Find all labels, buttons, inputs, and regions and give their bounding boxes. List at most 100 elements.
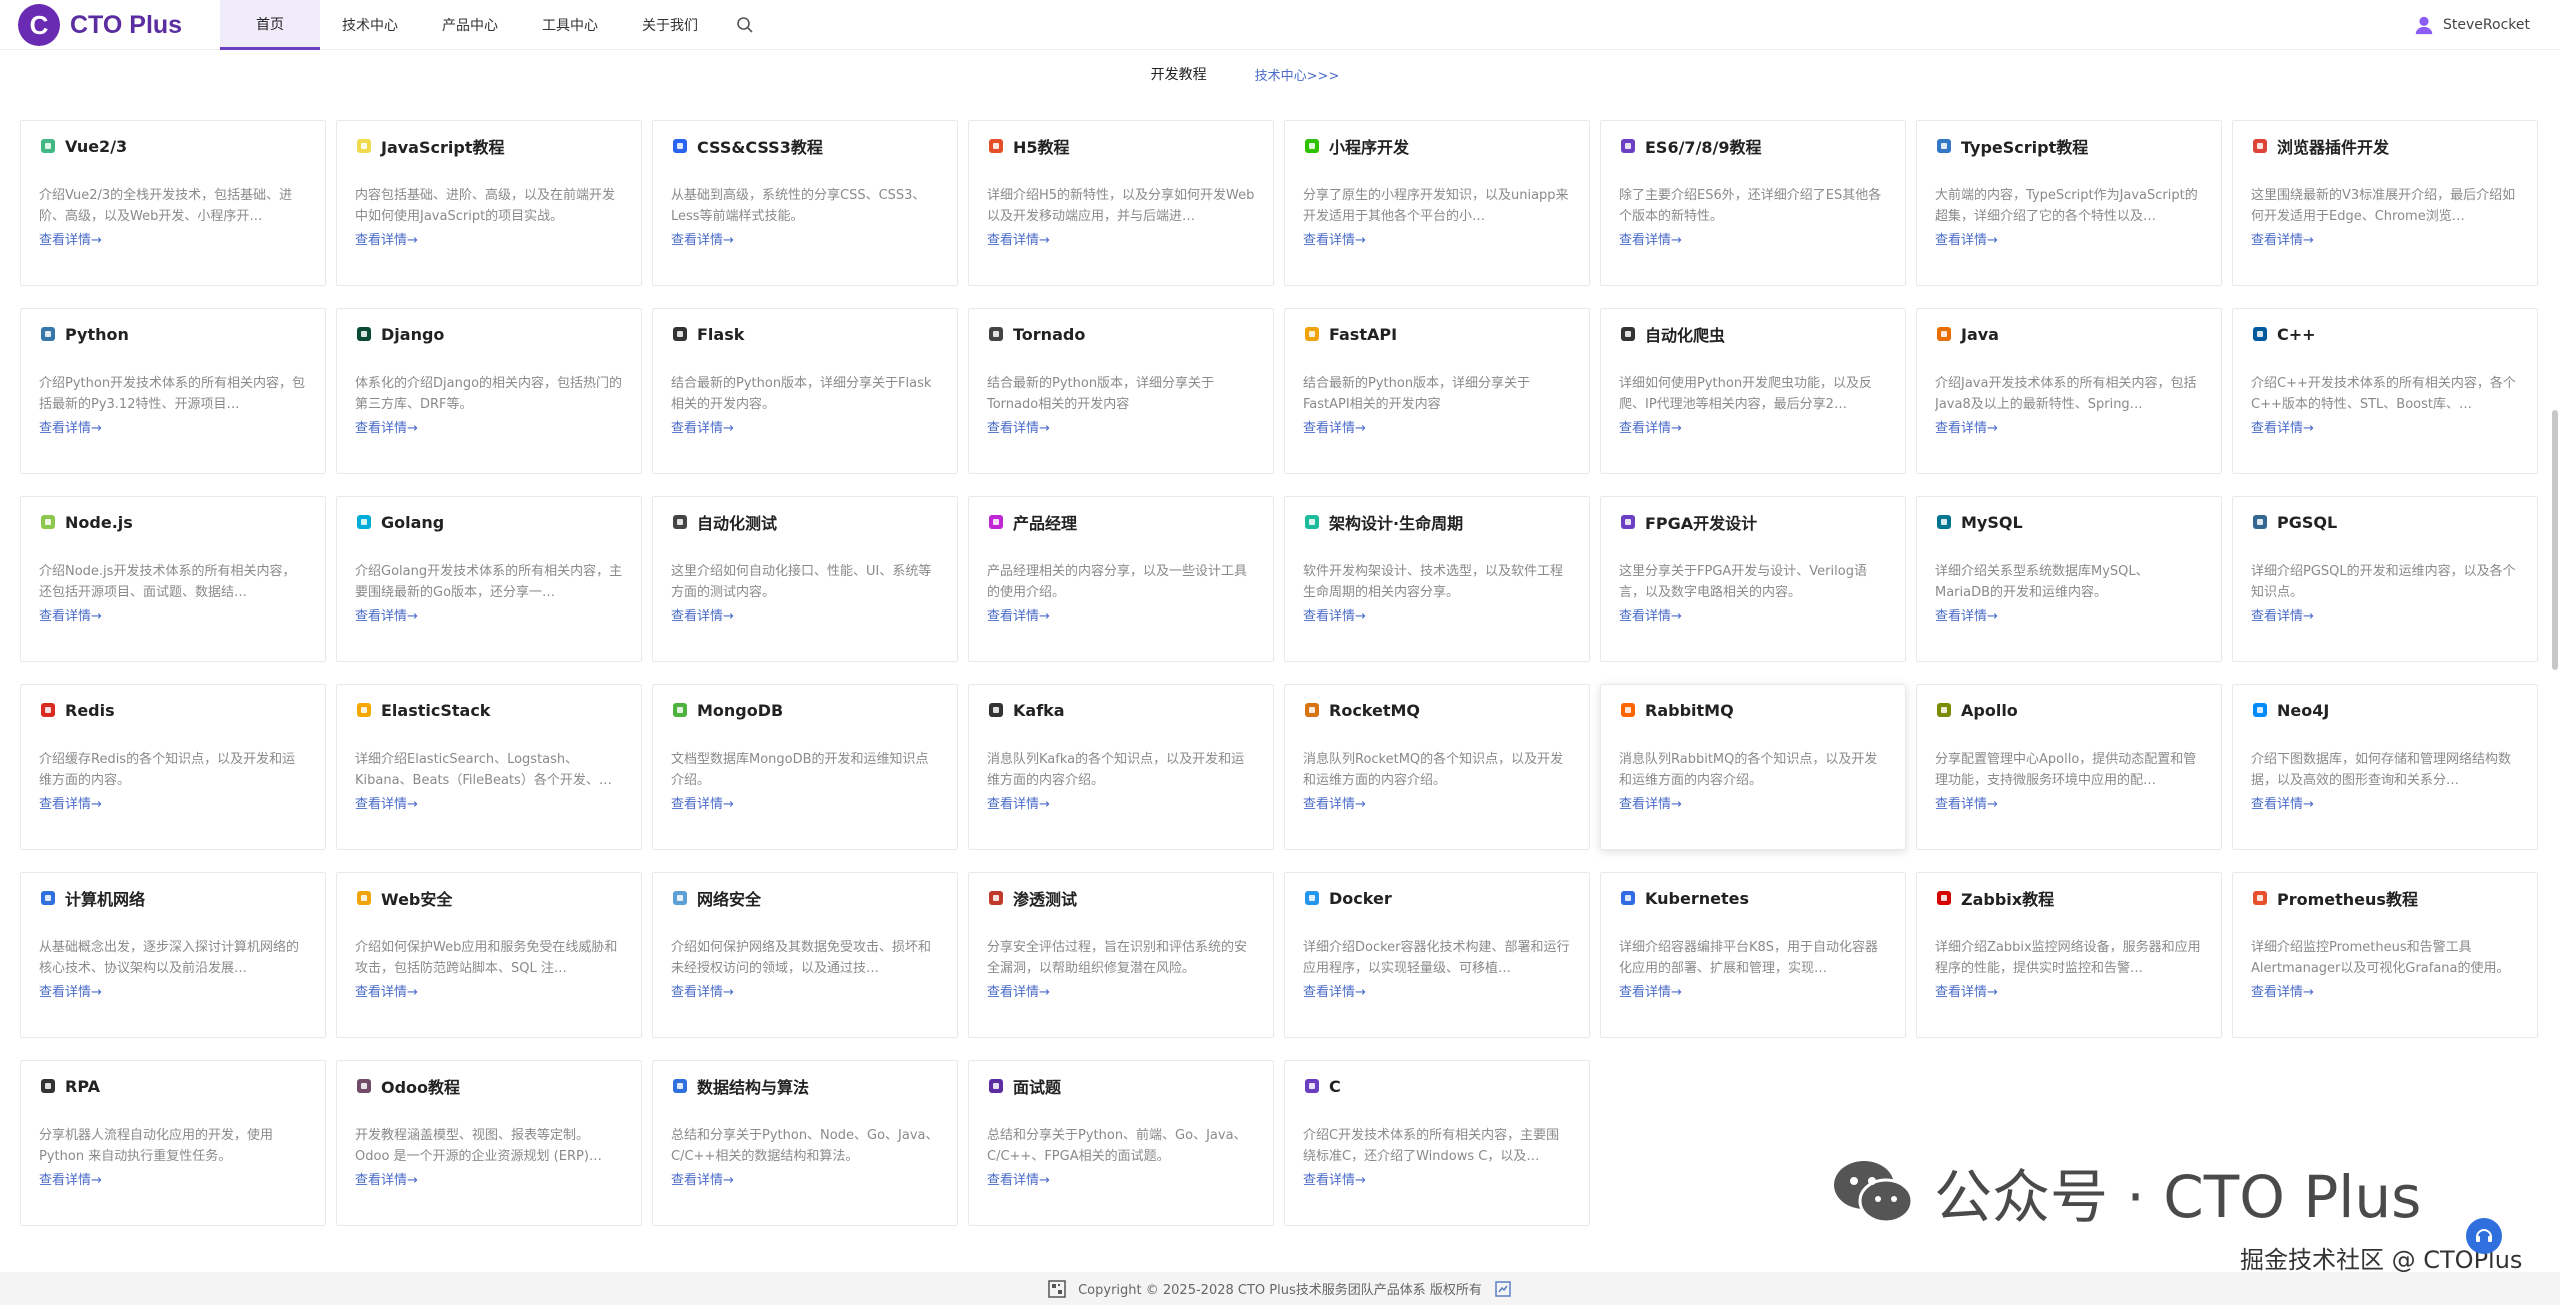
tutorial-card[interactable]: Redis 介绍缓存Redis的各个知识点，以及开发和运维方面的内容。 查看详情→ bbox=[20, 684, 326, 850]
view-details-link[interactable]: 查看详情→ bbox=[1619, 417, 1682, 436]
view-details-link[interactable]: 查看详情→ bbox=[2251, 793, 2314, 812]
view-details-link[interactable]: 查看详情→ bbox=[671, 793, 734, 812]
tutorial-card[interactable]: Python 介绍Python开发技术体系的所有相关内容，包括最新的Py3.12特… bbox=[20, 308, 326, 474]
tutorial-card[interactable]: H5教程 详细介绍H5的新特性，以及分享如何开发Web以及开发移动端应用，并与后端… bbox=[968, 120, 1274, 286]
view-details-link[interactable]: 查看详情→ bbox=[671, 981, 734, 1000]
tutorial-card[interactable]: Neo4J 介绍下图数据库，如何存储和管理网络结构数据，以及高效的图形查询和关系分… bbox=[2232, 684, 2538, 850]
tutorial-card[interactable]: CSS&CSS3教程 从基础到高级，系统性的分享CSS、CSS3、Less等前端样… bbox=[652, 120, 958, 286]
tutorial-card[interactable]: 自动化爬虫 详细如何使用Python开发爬虫功能，以及反爬、IP代理池等相关内容，… bbox=[1600, 308, 1906, 474]
tech-center-link[interactable]: 技术中心>>> bbox=[1255, 65, 1340, 84]
customer-service-button[interactable] bbox=[2466, 1218, 2502, 1254]
tutorial-card[interactable]: Django 体系化的介绍Django的相关内容，包括热门的第三方库、DRF等。查… bbox=[336, 308, 642, 474]
tutorial-card[interactable]: TypeScript教程 大前端的内容，TypeScript作为JavaScrip… bbox=[1916, 120, 2222, 286]
tutorial-card[interactable]: 产品经理 产品经理相关的内容分享，以及一些设计工具的使用介绍。 查看详情→ bbox=[968, 496, 1274, 662]
view-details-link[interactable]: 查看详情→ bbox=[987, 1169, 1050, 1188]
tutorial-card[interactable]: 自动化测试 这里介绍如何自动化接口、性能、UI、系统等方面的测试内容。 查看详情→ bbox=[652, 496, 958, 662]
view-details-link[interactable]: 查看详情→ bbox=[2251, 605, 2314, 624]
view-details-link[interactable]: 查看详情→ bbox=[987, 793, 1050, 812]
tutorial-card[interactable]: 渗透测试 分享安全评估过程，旨在识别和评估系统的安全漏洞，以帮助组织修复潜在风险。… bbox=[968, 872, 1274, 1038]
view-details-link[interactable]: 查看详情→ bbox=[1619, 229, 1682, 248]
tutorial-card[interactable]: Node.js 介绍Node.js开发技术体系的所有相关内容，还包括开源项目、面试… bbox=[20, 496, 326, 662]
view-details-link[interactable]: 查看详情→ bbox=[355, 605, 418, 624]
tutorial-card[interactable]: C++ 介绍C++开发技术体系的所有相关内容，各个C++版本的特性、STL、Boo… bbox=[2232, 308, 2538, 474]
tutorial-card[interactable]: FastAPI 结合最新的Python版本，详细分享关于FastAPI相关的开发内… bbox=[1284, 308, 1590, 474]
view-details-link[interactable]: 查看详情→ bbox=[1303, 229, 1366, 248]
view-details-link[interactable]: 查看详情→ bbox=[39, 417, 102, 436]
user-menu[interactable]: SteveRocket bbox=[2413, 0, 2530, 50]
tutorial-card[interactable]: Odoo教程 开发教程涵盖模型、视图、报表等定制。Odoo 是一个开源的企业资源规… bbox=[336, 1060, 642, 1226]
view-details-link[interactable]: 查看详情→ bbox=[355, 793, 418, 812]
tutorial-card[interactable]: Zabbix教程 详细介绍Zabbix监控网络设备，服务器和应用程序的性能，提供实… bbox=[1916, 872, 2222, 1038]
nav-item-1[interactable]: 技术中心 bbox=[320, 0, 420, 50]
nav-item-0[interactable]: 首页 bbox=[220, 0, 320, 50]
view-details-link[interactable]: 查看详情→ bbox=[39, 605, 102, 624]
tutorial-card[interactable]: C 介绍C开发技术体系的所有相关内容，主要围绕标准C，还介绍了Windows C，… bbox=[1284, 1060, 1590, 1226]
tutorial-card[interactable]: Golang 介绍Golang开发技术体系的所有相关内容，主要围绕最新的Go版本，… bbox=[336, 496, 642, 662]
tutorial-card[interactable]: 架构设计·生命周期 软件开发构架设计、技术选型，以及软件工程生命周期的相关内容分享… bbox=[1284, 496, 1590, 662]
view-details-link[interactable]: 查看详情→ bbox=[39, 1169, 102, 1188]
tutorial-card[interactable]: Docker 详细介绍Docker容器化技术构建、部署和运行应用程序，以实现轻量级… bbox=[1284, 872, 1590, 1038]
search-button[interactable] bbox=[720, 0, 770, 50]
tutorial-card[interactable]: MySQL 详细介绍关系型系统数据库MySQL、MariaDB的开发和运维内容。查… bbox=[1916, 496, 2222, 662]
tutorial-card[interactable]: 数据结构与算法 总结和分享关于Python、Node、Go、Java、C/C++相… bbox=[652, 1060, 958, 1226]
tutorial-card[interactable]: Tornado 结合最新的Python版本，详细分享关于Tornado相关的开发内… bbox=[968, 308, 1274, 474]
tutorial-card[interactable]: Kafka 消息队列Kafka的各个知识点，以及开发和运维方面的内容介绍。 查看详情… bbox=[968, 684, 1274, 850]
view-details-link[interactable]: 查看详情→ bbox=[671, 605, 734, 624]
tutorial-card[interactable]: 小程序开发 分享了原生的小程序开发知识，以及uniapp来开发适用于其他各个平台的… bbox=[1284, 120, 1590, 286]
view-details-link[interactable]: 查看详情→ bbox=[671, 1169, 734, 1188]
view-details-link[interactable]: 查看详情→ bbox=[355, 981, 418, 1000]
view-details-link[interactable]: 查看详情→ bbox=[2251, 981, 2314, 1000]
scrollbar-thumb[interactable] bbox=[2552, 410, 2558, 670]
view-details-link[interactable]: 查看详情→ bbox=[1935, 981, 1998, 1000]
view-details-link[interactable]: 查看详情→ bbox=[39, 981, 102, 1000]
nav-item-2[interactable]: 产品中心 bbox=[420, 0, 520, 50]
view-details-link[interactable]: 查看详情→ bbox=[987, 229, 1050, 248]
view-details-link[interactable]: 查看详情→ bbox=[1935, 229, 1998, 248]
view-details-link[interactable]: 查看详情→ bbox=[2251, 417, 2314, 436]
tutorial-card[interactable]: 面试题 总结和分享关于Python、前端、Go、Java、C/C++、FPGA相关… bbox=[968, 1060, 1274, 1226]
view-details-link[interactable]: 查看详情→ bbox=[355, 229, 418, 248]
tutorial-card[interactable]: JavaScript教程 内容包括基础、进阶、高级，以及在前端开发中如何使用Jav… bbox=[336, 120, 642, 286]
tutorial-card[interactable]: Java 介绍Java开发技术体系的所有相关内容，包括Java8及以上的最新特性、… bbox=[1916, 308, 2222, 474]
tutorial-card[interactable]: RocketMQ 消息队列RocketMQ的各个知识点，以及开发和运维方面的内容介… bbox=[1284, 684, 1590, 850]
tutorial-card[interactable]: ES6/7/8/9教程 除了主要介绍ES6外，还详细介绍了ES其他各个版本的新特性… bbox=[1600, 120, 1906, 286]
view-details-link[interactable]: 查看详情→ bbox=[987, 605, 1050, 624]
tutorial-card[interactable]: 网络安全 介绍如何保护网络及其数据免受攻击、损坏和未经授权访问的领域，以及通过技…… bbox=[652, 872, 958, 1038]
tutorial-card[interactable]: RPA 分享机器人流程自动化应用的开发，使用Python 来自动执行重复性任务。查… bbox=[20, 1060, 326, 1226]
tutorial-card[interactable]: 浏览器插件开发 这里围绕最新的V3标准展开介绍，最后介绍如何开发适用于Edge、C… bbox=[2232, 120, 2538, 286]
tutorial-card[interactable]: Web安全 介绍如何保护Web应用和服务免受在线威胁和攻击，包括防范跨站脚本、SQ… bbox=[336, 872, 642, 1038]
tutorial-card[interactable]: 计算机网络 从基础概念出发，逐步深入探讨计算机网络的核心技术、协议架构以及前沿发展… bbox=[20, 872, 326, 1038]
tutorial-card[interactable]: Apollo 分享配置管理中心Apollo，提供动态配置和管理功能，支持微服务环境… bbox=[1916, 684, 2222, 850]
view-details-link[interactable]: 查看详情→ bbox=[355, 1169, 418, 1188]
view-details-link[interactable]: 查看详情→ bbox=[1935, 605, 1998, 624]
tutorial-card[interactable]: Kubernetes 详细介绍容器编排平台K8S，用于自动化容器化应用的部署、扩展… bbox=[1600, 872, 1906, 1038]
tutorial-card[interactable]: PGSQL 详细介绍PGSQL的开发和运维内容，以及各个知识点。 查看详情→ bbox=[2232, 496, 2538, 662]
view-details-link[interactable]: 查看详情→ bbox=[1935, 793, 1998, 812]
view-details-link[interactable]: 查看详情→ bbox=[1619, 981, 1682, 1000]
tutorial-card[interactable]: Vue2/3 介绍Vue2/3的全栈开发技术，包括基础、进阶、高级，以及Web开发… bbox=[20, 120, 326, 286]
tutorial-card[interactable]: Flask 结合最新的Python版本，详细分享关于Flask相关的开发内容。 查看… bbox=[652, 308, 958, 474]
tutorial-card[interactable]: FPGA开发设计 这里分享关于FPGA开发与设计、Verilog语言，以及数字电路… bbox=[1600, 496, 1906, 662]
view-details-link[interactable]: 查看详情→ bbox=[39, 229, 102, 248]
view-details-link[interactable]: 查看详情→ bbox=[987, 417, 1050, 436]
view-details-link[interactable]: 查看详情→ bbox=[1303, 417, 1366, 436]
view-details-link[interactable]: 查看详情→ bbox=[1619, 793, 1682, 812]
view-details-link[interactable]: 查看详情→ bbox=[355, 417, 418, 436]
view-details-link[interactable]: 查看详情→ bbox=[1303, 981, 1366, 1000]
nav-item-3[interactable]: 工具中心 bbox=[520, 0, 620, 50]
tutorial-card[interactable]: Prometheus教程 详细介绍监控Prometheus和告警工具Alertma… bbox=[2232, 872, 2538, 1038]
view-details-link[interactable]: 查看详情→ bbox=[987, 981, 1050, 1000]
view-details-link[interactable]: 查看详情→ bbox=[2251, 229, 2314, 248]
tutorial-card[interactable]: ElasticStack 详细介绍ElasticSearch、Logstash、K… bbox=[336, 684, 642, 850]
view-details-link[interactable]: 查看详情→ bbox=[671, 417, 734, 436]
tutorial-card[interactable]: RabbitMQ 消息队列RabbitMQ的各个知识点，以及开发和运维方面的内容介… bbox=[1600, 684, 1906, 850]
logo[interactable]: C CTO Plus bbox=[18, 2, 182, 48]
view-details-link[interactable]: 查看详情→ bbox=[1303, 605, 1366, 624]
view-details-link[interactable]: 查看详情→ bbox=[1303, 793, 1366, 812]
view-details-link[interactable]: 查看详情→ bbox=[1303, 1169, 1366, 1188]
view-details-link[interactable]: 查看详情→ bbox=[39, 793, 102, 812]
nav-item-4[interactable]: 关于我们 bbox=[620, 0, 720, 50]
view-details-link[interactable]: 查看详情→ bbox=[1619, 605, 1682, 624]
view-details-link[interactable]: 查看详情→ bbox=[671, 229, 734, 248]
tutorial-card[interactable]: MongoDB 文档型数据库MongoDB的开发和运维知识点介绍。 查看详情→ bbox=[652, 684, 958, 850]
